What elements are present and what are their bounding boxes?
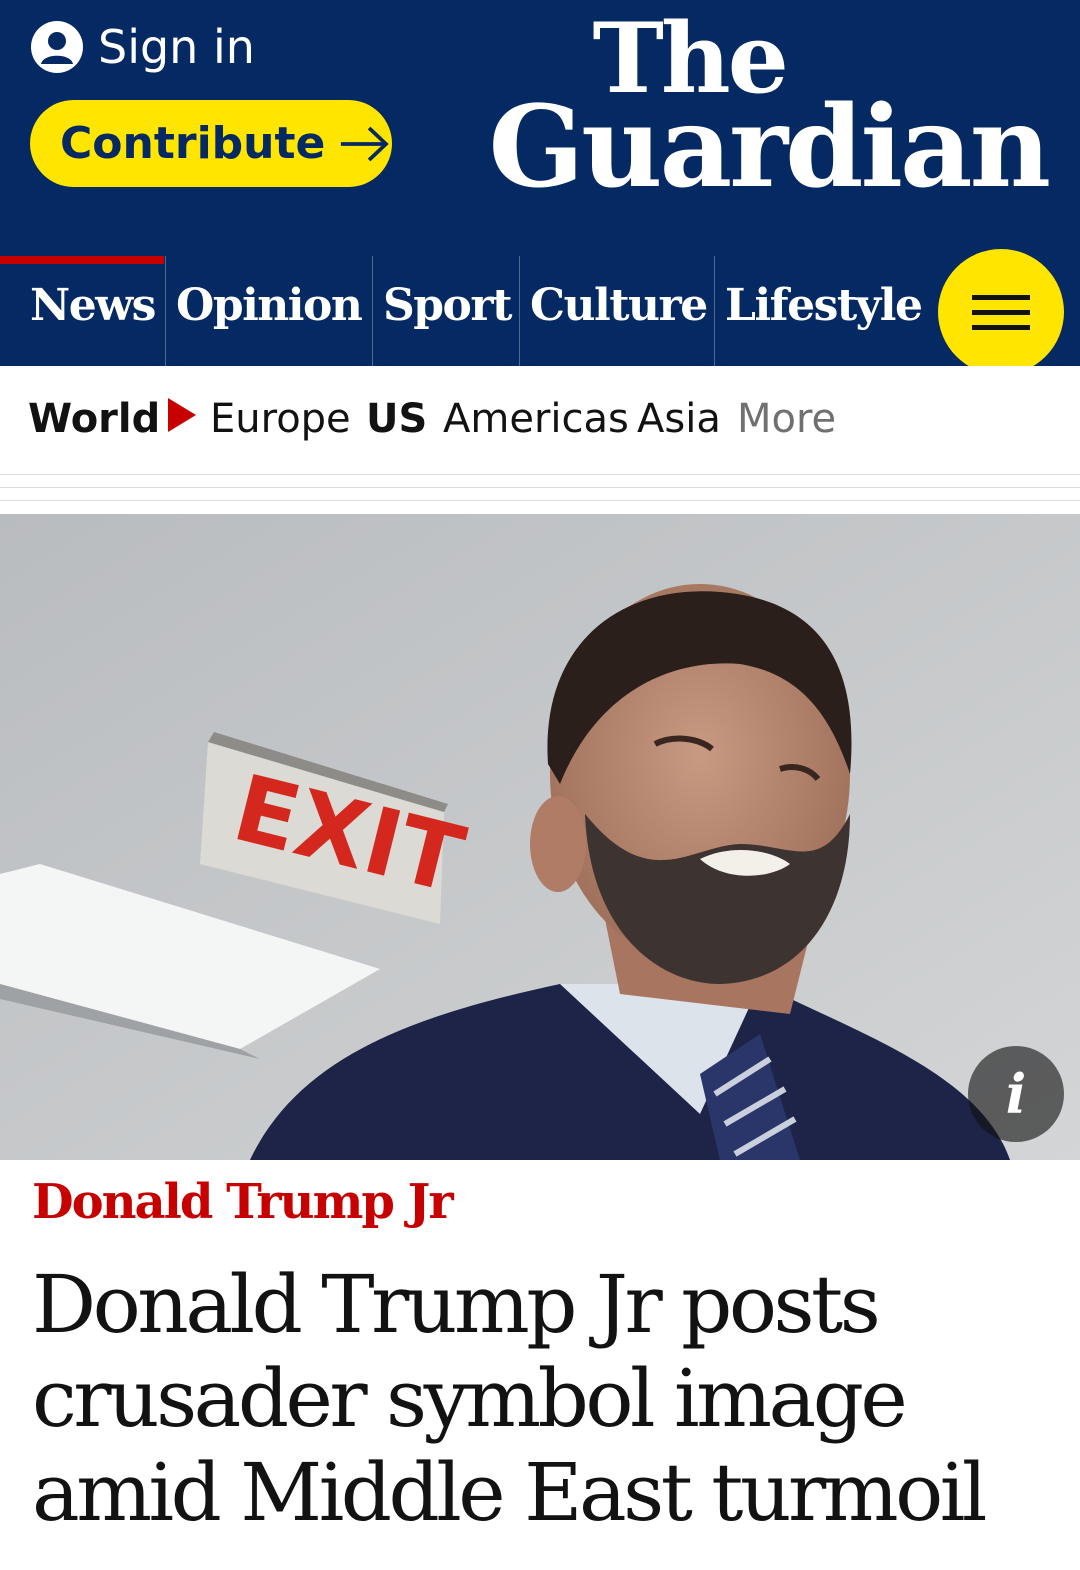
masthead: Sign in Contribute The Guardian xyxy=(0,0,1080,256)
pillar-label: Opinion xyxy=(176,280,363,331)
pillar-label: News xyxy=(30,280,156,331)
pillar-lifestyle[interactable]: Lifestyle xyxy=(715,256,940,366)
triangle-right-icon xyxy=(168,398,196,432)
subnav-world[interactable]: World xyxy=(28,396,160,442)
contribute-button[interactable]: Contribute xyxy=(30,100,392,187)
image-info-button[interactable]: i xyxy=(968,1046,1064,1142)
pillar-culture[interactable]: Culture xyxy=(520,256,715,366)
contribute-label: Contribute xyxy=(60,118,326,169)
user-account-icon xyxy=(31,21,83,73)
sign-in-link[interactable]: Sign in xyxy=(30,20,255,74)
article-kicker[interactable]: Donald Trump Jr xyxy=(32,1174,454,1230)
hamburger-icon-bar xyxy=(972,324,1030,330)
pillar-label: Sport xyxy=(383,280,512,331)
pillar-news[interactable]: News xyxy=(0,256,166,366)
pillar-label: Lifestyle xyxy=(725,280,923,331)
sign-in-label: Sign in xyxy=(98,20,255,74)
subnav-americas[interactable]: Americas xyxy=(443,396,629,442)
hero-photo-illustration: EXIT xyxy=(0,514,1080,1160)
nav-divider xyxy=(0,474,1080,514)
subnav-more[interactable]: More xyxy=(737,396,836,442)
hamburger-icon-bar xyxy=(972,309,1030,315)
guardian-logo[interactable]: The Guardian xyxy=(488,11,1051,213)
subnav-asia[interactable]: Asia xyxy=(637,396,721,442)
pillar-sport[interactable]: Sport xyxy=(373,256,520,366)
logo-line-2: Guardian xyxy=(488,81,1051,213)
section-subnav: World Europe US Americas Asia More xyxy=(0,366,1080,474)
subnav-europe[interactable]: Europe xyxy=(210,396,351,442)
article-headline: Donald Trump Jr posts crusader symbol im… xyxy=(32,1258,987,1539)
arrow-right-icon xyxy=(341,126,390,161)
hero-photo: EXIT xyxy=(0,514,1080,1160)
pillar-opinion[interactable]: Opinion xyxy=(166,256,373,366)
hamburger-icon-bar xyxy=(972,294,1030,300)
pillar-nav: News Opinion Sport Culture Lifestyle xyxy=(0,256,1080,366)
subnav-us[interactable]: US xyxy=(366,396,427,442)
menu-button[interactable] xyxy=(938,249,1064,375)
pillar-label: Culture xyxy=(530,280,708,331)
